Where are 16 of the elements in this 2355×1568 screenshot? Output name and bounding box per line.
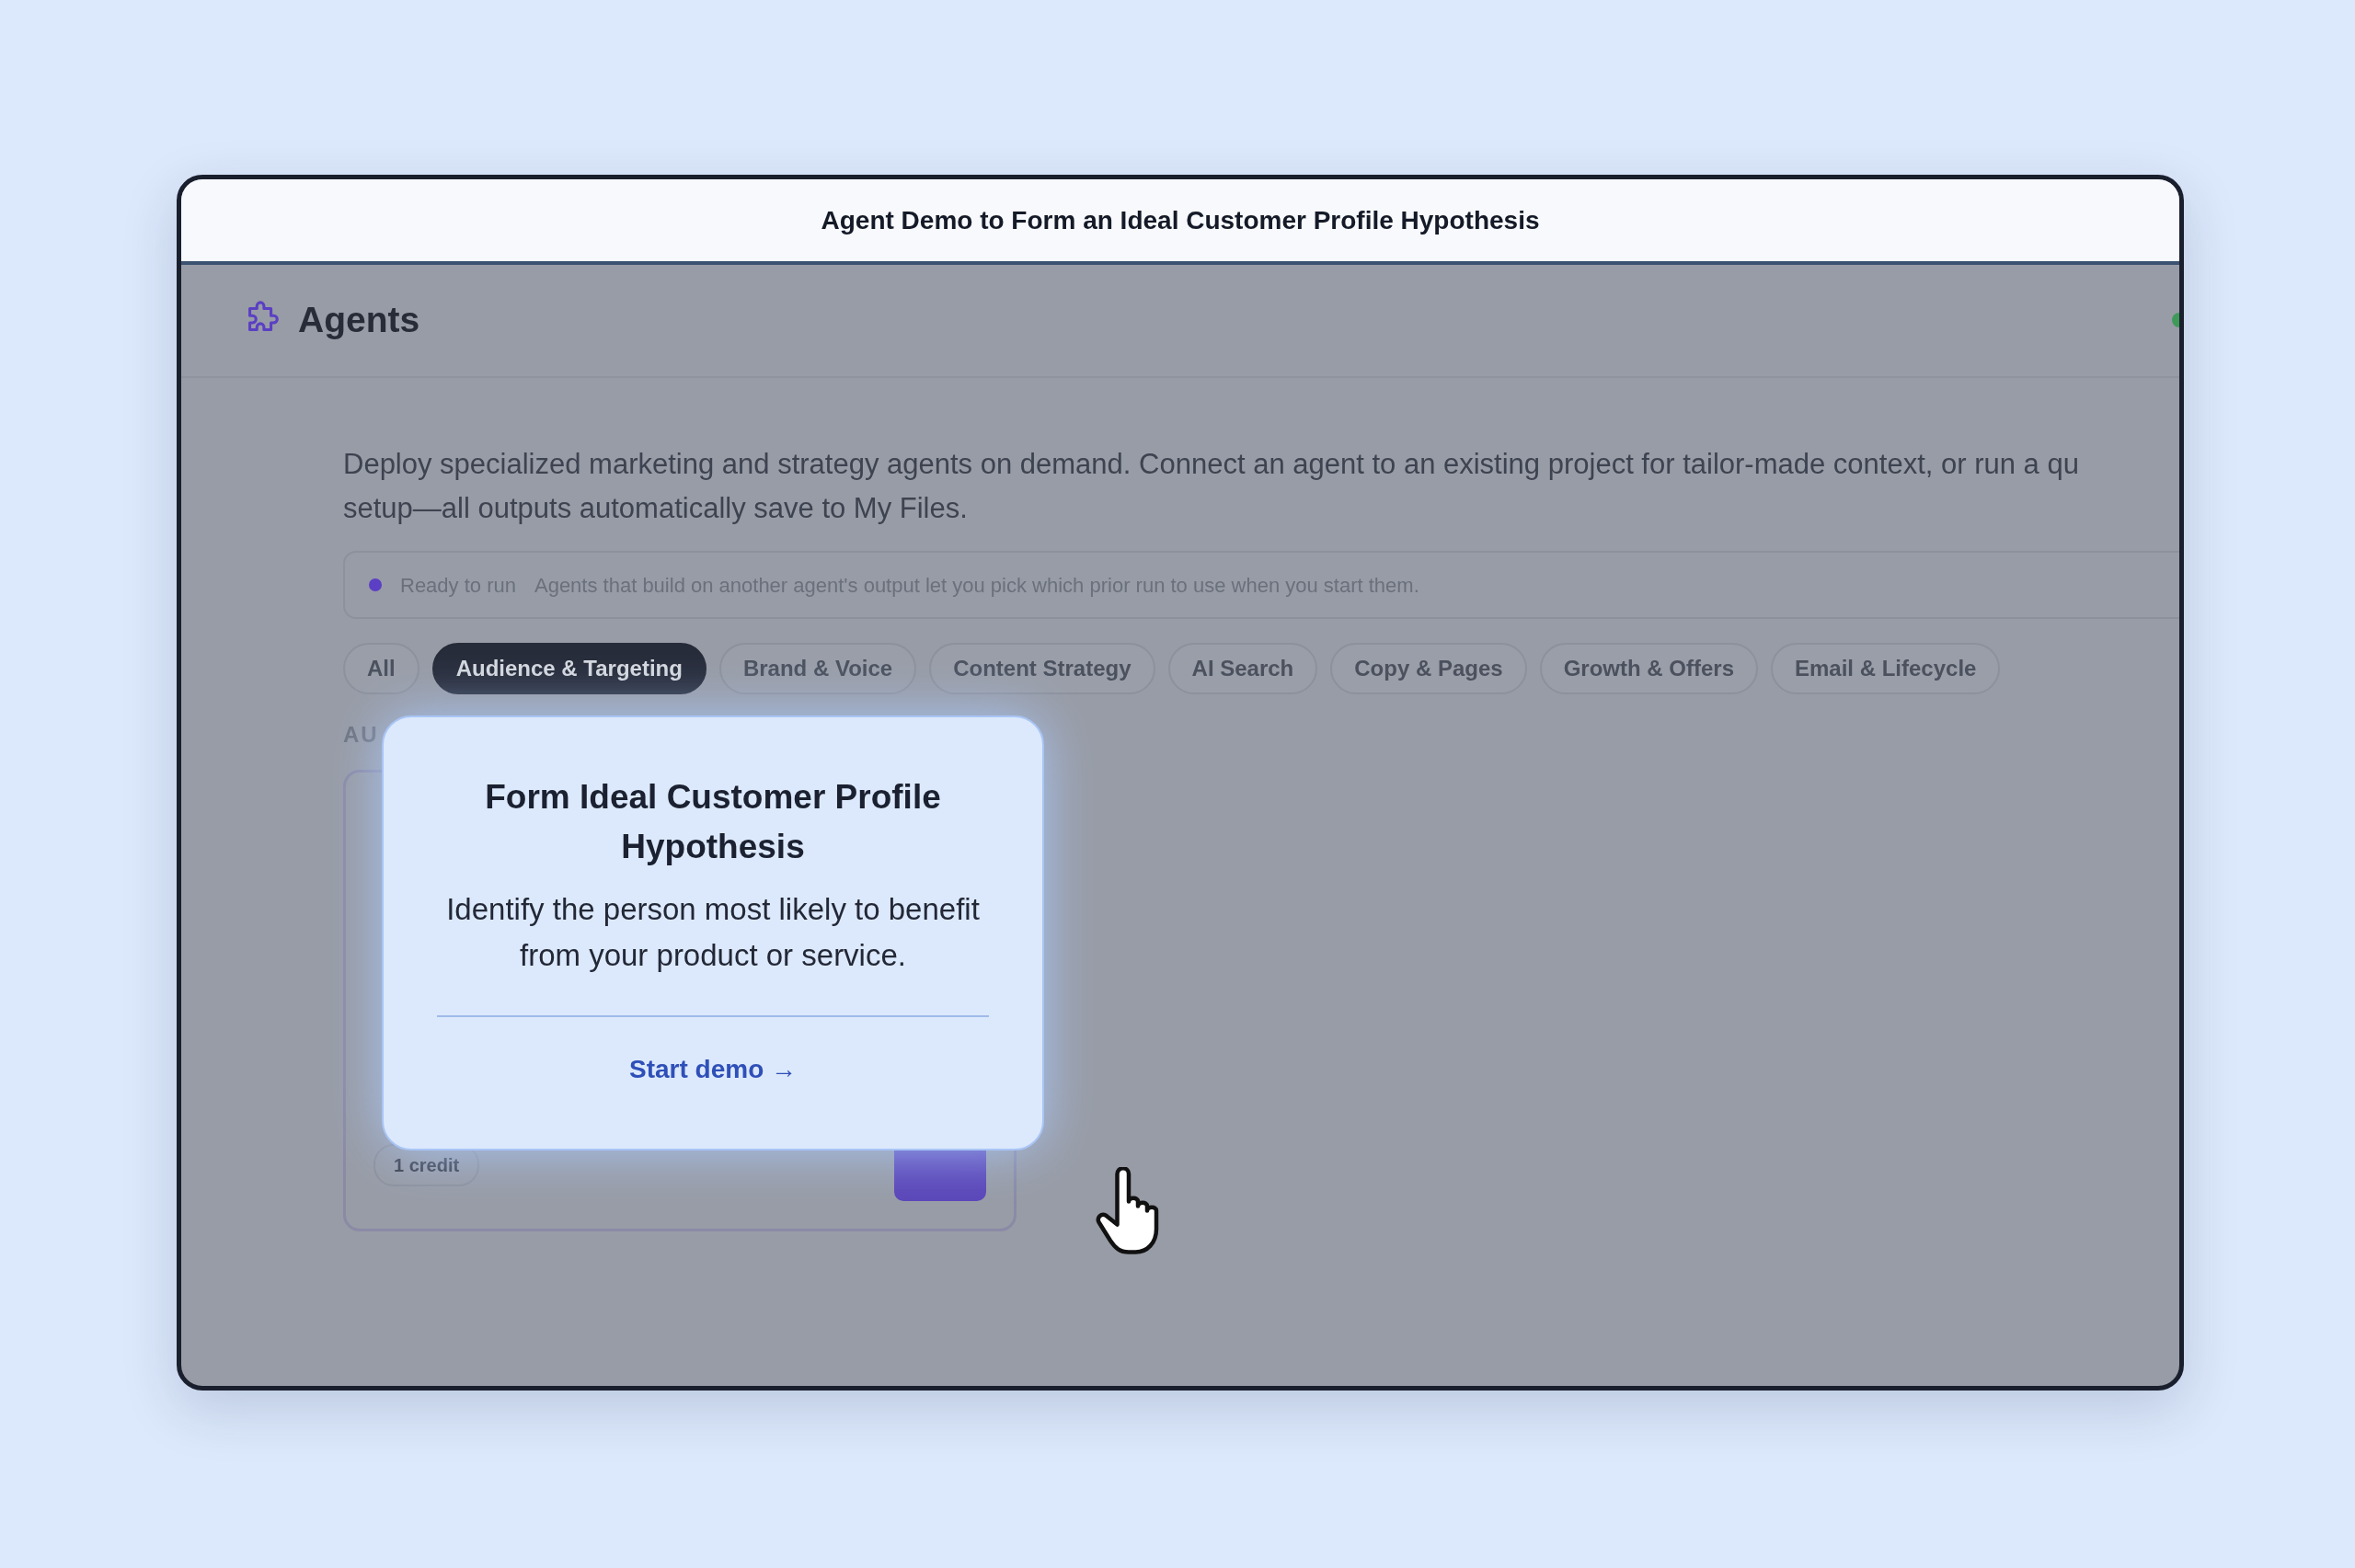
filter-chip[interactable]: Content Strategy xyxy=(929,643,1155,694)
filter-chip[interactable]: AI Search xyxy=(1167,643,1318,694)
filter-chip[interactable]: Email & Lifecycle xyxy=(1771,643,2001,694)
filter-chip[interactable]: Audience & Targeting xyxy=(431,643,706,694)
description-line: Deploy specialized marketing and strategy agents on demand. Connect an agent to an existing project for tailor-made context, or run a qu xyxy=(343,447,2080,482)
popover-text: Identify the person most likely to benefit from your product or service. xyxy=(445,891,981,974)
popover-title: Form Ideal Customer Profile Hypothesis xyxy=(484,777,942,867)
filter-chip[interactable]: All xyxy=(343,643,419,694)
page-title: Agents xyxy=(298,299,420,342)
start-demo-link[interactable]: Start demo → xyxy=(629,1050,797,1089)
filter-chip[interactable]: Copy & Pages xyxy=(1330,643,1527,694)
filter-chip[interactable]: Brand & Voice xyxy=(718,643,917,694)
description-line: setup—all outputs automatically save to My Files. xyxy=(343,491,969,526)
status-dot xyxy=(369,578,382,591)
filter-chip[interactable]: Growth & Offers xyxy=(1539,643,1758,694)
window-title: Agent Demo to Form an Ideal Customer Profile Hypothesis xyxy=(821,204,1540,236)
